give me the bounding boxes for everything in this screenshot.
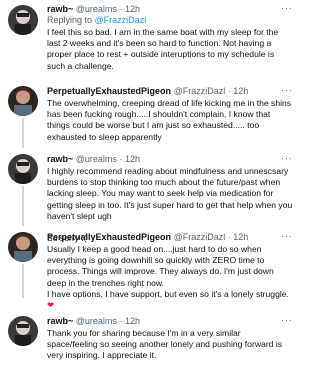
- tweet-2[interactable]: PerpetuallyExhaustedPigeon @FrazziDazl ·…: [0, 85, 301, 148]
- separator-dot: ·: [227, 86, 231, 96]
- tweet-time[interactable]: 12h: [125, 154, 140, 164]
- reply-mention-link[interactable]: @FrazziDazl: [95, 15, 147, 25]
- tweet-thread: rawb~ @urealms · 12h ··· Replying to @Fr…: [0, 0, 301, 384]
- more-options-icon[interactable]: ···: [281, 231, 293, 241]
- tweet-content: rawb~ @urealms · 12h ··· Thank you for s…: [47, 315, 293, 362]
- tweet-3[interactable]: rawb~ @urealms · 12h ··· I highly recomm…: [0, 153, 301, 243]
- avatar-rawb[interactable]: [8, 316, 38, 346]
- author-handle[interactable]: @FrazziDazl: [174, 232, 226, 242]
- more-options-icon[interactable]: ···: [281, 153, 293, 163]
- tweet-1[interactable]: rawb~ @urealms · 12h ··· Replying to @Fr…: [0, 3, 301, 84]
- tweet-text: Thank you for sharing because I'm in a v…: [47, 328, 283, 361]
- tweet-header: PerpetuallyExhaustedPigeon @FrazziDazl ·…: [47, 232, 293, 243]
- separator-dot: ·: [119, 316, 123, 326]
- tweet-header: rawb~ @urealms · 12h: [47, 4, 293, 15]
- tweet-content: rawb~ @urealms · 12h ··· Replying to @Fr…: [47, 3, 293, 72]
- tweet-5[interactable]: rawb~ @urealms · 12h ··· Thank you for s…: [0, 315, 301, 376]
- tweet-header: PerpetuallyExhaustedPigeon @FrazziDazl ·…: [47, 86, 293, 97]
- tweet-content: rawb~ @urealms · 12h ··· I highly recomm…: [47, 153, 293, 244]
- author-name[interactable]: PerpetuallyExhaustedPigeon: [47, 232, 171, 242]
- tweet-content: PerpetuallyExhaustedPigeon @FrazziDazl ·…: [47, 85, 293, 143]
- tweet-time[interactable]: 12h: [125, 4, 140, 14]
- avatar-pigeon[interactable]: [8, 86, 38, 116]
- avatar-pigeon[interactable]: [8, 232, 38, 262]
- more-options-icon[interactable]: ···: [281, 3, 293, 13]
- separator-dot: ·: [227, 232, 231, 242]
- avatar-rawb[interactable]: [8, 154, 38, 184]
- author-handle[interactable]: @urealms: [76, 4, 117, 14]
- red-heart-emoji: ❤: [47, 300, 55, 311]
- author-name[interactable]: rawb~: [47, 316, 73, 326]
- tweet-time[interactable]: 12h: [233, 86, 248, 96]
- avatar-rawb[interactable]: [8, 5, 38, 35]
- thread-line: [22, 186, 24, 226]
- author-handle[interactable]: @urealms: [76, 316, 117, 326]
- tweet-time[interactable]: 12h: [233, 232, 248, 242]
- author-name[interactable]: rawb~: [47, 4, 73, 14]
- tweet-4[interactable]: PerpetuallyExhaustedPigeon @FrazziDazl ·…: [0, 231, 301, 310]
- replying-to: Replying to @FrazziDazl: [47, 15, 293, 26]
- separator-dot: ·: [119, 154, 123, 164]
- author-handle[interactable]: @FrazziDazl: [174, 86, 226, 96]
- tweet-header: rawb~ @urealms · 12h: [47, 154, 293, 165]
- replying-to-label: Replying to: [47, 15, 93, 25]
- more-options-icon[interactable]: ···: [281, 85, 293, 95]
- author-name[interactable]: PerpetuallyExhaustedPigeon: [47, 86, 171, 96]
- tweet-time[interactable]: 12h: [125, 316, 140, 326]
- more-options-icon[interactable]: ···: [281, 315, 293, 325]
- thread-line: [22, 264, 24, 298]
- tweet-text: Usually I keep a good head on....just ha…: [47, 244, 293, 311]
- tweet-content: PerpetuallyExhaustedPigeon @FrazziDazl ·…: [47, 231, 293, 311]
- tweet-text: I feel this so bad. I am in the same boa…: [47, 27, 279, 71]
- author-name[interactable]: rawb~: [47, 154, 73, 164]
- author-handle[interactable]: @urealms: [76, 154, 117, 164]
- tweet-text-content: Usually I keep a good head on....just ha…: [47, 244, 289, 299]
- thread-line: [22, 118, 24, 148]
- tweet-header: rawb~ @urealms · 12h: [47, 316, 293, 327]
- separator-dot: ·: [119, 4, 123, 14]
- tweet-text: The overwhelming, creeping dread of life…: [47, 98, 292, 142]
